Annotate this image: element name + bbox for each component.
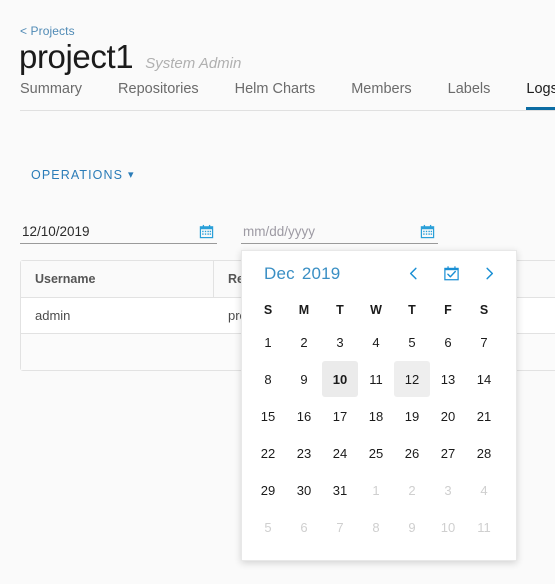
project-name: project1 xyxy=(19,38,134,75)
weekday-label: S xyxy=(479,303,489,317)
operations-label: OPERATIONS xyxy=(31,168,124,182)
datepicker-day-outside: 9 xyxy=(408,519,416,535)
datepicker-week-row: 8 9 10 11 12 13 14 xyxy=(242,361,516,397)
datepicker-week-row: 5 6 7 8 9 10 11 xyxy=(242,509,516,545)
calendar-icon[interactable] xyxy=(420,224,435,239)
datepicker-day[interactable]: 3 xyxy=(322,324,358,360)
datepicker-day[interactable]: 8 xyxy=(250,361,286,397)
calendar-check-icon[interactable] xyxy=(442,265,460,283)
weekday-label: S xyxy=(263,303,273,317)
datepicker-day[interactable]: 1 xyxy=(250,324,286,360)
logs-page: < Projects project1 System Admin Summary… xyxy=(0,0,555,584)
datepicker-day[interactable]: 12 xyxy=(394,361,430,397)
datepicker-day-outside: 7 xyxy=(336,519,344,535)
datepicker-header: Dec 2019 xyxy=(242,251,516,296)
project-tabs: Summary Repositories Helm Charts Members… xyxy=(20,80,555,111)
tab-labels[interactable]: Labels xyxy=(448,80,491,110)
datepicker-weekday-row: S M T W T F S xyxy=(242,296,516,324)
date-from-value: 12/10/2019 xyxy=(22,224,90,239)
datepicker-day-outside: 1 xyxy=(372,482,380,498)
chevron-right-icon[interactable] xyxy=(480,265,498,283)
datepicker-day[interactable]: 5 xyxy=(394,324,430,360)
breadcrumb-projects-link[interactable]: < Projects xyxy=(20,24,75,38)
operations-filter-button[interactable]: OPERATIONS ▾ xyxy=(31,168,135,182)
datepicker-day[interactable]: 11 xyxy=(358,361,394,397)
datepicker-day[interactable]: 15 xyxy=(250,398,286,434)
datepicker-year: 2019 xyxy=(301,263,341,283)
tab-helm-charts[interactable]: Helm Charts xyxy=(235,80,316,110)
tabs-divider xyxy=(20,110,555,111)
datepicker-day[interactable]: 2 xyxy=(286,324,322,360)
datepicker-day[interactable]: 17 xyxy=(322,398,358,434)
datepicker-day[interactable]: 20 xyxy=(430,398,466,434)
datepicker-day[interactable]: 21 xyxy=(466,398,502,434)
tab-members[interactable]: Members xyxy=(351,80,411,110)
weekday-label: T xyxy=(408,303,416,317)
datepicker-day[interactable]: 23 xyxy=(286,435,322,471)
datepicker-day[interactable]: 29 xyxy=(250,472,286,508)
datepicker-day[interactable]: 14 xyxy=(466,361,502,397)
datepicker-week-row: 22 23 24 25 26 27 28 xyxy=(242,435,516,471)
weekday-label: T xyxy=(336,303,344,317)
datepicker-day[interactable]: 9 xyxy=(286,361,322,397)
datepicker-day[interactable]: 22 xyxy=(250,435,286,471)
datepicker-day-outside: 6 xyxy=(300,519,308,535)
datepicker-day-outside: 2 xyxy=(408,482,416,498)
project-role: System Admin xyxy=(145,55,242,72)
datepicker-day[interactable]: 6 xyxy=(430,324,466,360)
column-header-username[interactable]: Username xyxy=(21,261,214,297)
datepicker-day-outside: 3 xyxy=(444,482,452,498)
datepicker-day-outside: 5 xyxy=(264,519,272,535)
datepicker-grid: 1 2 3 4 5 6 7 8 9 10 11 12 13 14 15 16 17 18 19 20 21 22 23 24 2… xyxy=(242,324,516,545)
chevron-left-icon[interactable] xyxy=(404,265,422,283)
datepicker-day[interactable]: 30 xyxy=(286,472,322,508)
datepicker-day[interactable]: 18 xyxy=(358,398,394,434)
calendar-icon[interactable] xyxy=(199,224,214,239)
datepicker-nav xyxy=(404,265,498,283)
datepicker-day[interactable]: 26 xyxy=(394,435,430,471)
datepicker-day[interactable]: 25 xyxy=(358,435,394,471)
date-to-field[interactable]: mm/dd/yyyy xyxy=(241,220,438,244)
datepicker-day[interactable]: 19 xyxy=(394,398,430,434)
tab-summary[interactable]: Summary xyxy=(20,80,82,110)
datepicker-week-row: 1234567 xyxy=(242,324,516,360)
datepicker-day[interactable]: 13 xyxy=(430,361,466,397)
datepicker-day[interactable]: 28 xyxy=(466,435,502,471)
weekday-label: F xyxy=(444,303,452,317)
datepicker-day-outside: 10 xyxy=(440,519,456,535)
datepicker-popup: Dec 2019 S M T W T F S 1 2 3 4 5 6 7 8 9… xyxy=(241,250,517,561)
datepicker-day[interactable]: 24 xyxy=(322,435,358,471)
tab-repositories[interactable]: Repositories xyxy=(118,80,199,110)
cell-username: admin xyxy=(35,308,71,323)
datepicker-day-outside: 4 xyxy=(480,482,488,498)
datepicker-day[interactable]: 4 xyxy=(358,324,394,360)
weekday-label: M xyxy=(298,303,310,317)
date-from-field[interactable]: 12/10/2019 xyxy=(20,220,217,244)
weekday-label: W xyxy=(370,303,382,317)
page-title: project1 System Admin xyxy=(19,38,241,76)
datepicker-week-row: 29 30 31 1 2 3 4 xyxy=(242,472,516,508)
datepicker-day-outside: 8 xyxy=(372,519,380,535)
datepicker-day[interactable]: 16 xyxy=(286,398,322,434)
datepicker-day[interactable]: 31 xyxy=(322,472,358,508)
datepicker-day-outside: 11 xyxy=(477,519,491,535)
breadcrumb-label: < Projects xyxy=(20,24,75,38)
tab-logs[interactable]: Logs xyxy=(526,80,555,110)
datepicker-day-selected[interactable]: 10 xyxy=(322,361,358,397)
datepicker-day[interactable]: 7 xyxy=(466,324,502,360)
datepicker-week-row: 15 16 17 18 19 20 21 xyxy=(242,398,516,434)
datepicker-month: Dec xyxy=(264,263,295,283)
datepicker-day[interactable]: 27 xyxy=(430,435,466,471)
datepicker-month-year[interactable]: Dec 2019 xyxy=(264,264,340,284)
chevron-down-icon: ▾ xyxy=(128,168,135,181)
date-to-placeholder: mm/dd/yyyy xyxy=(243,224,316,239)
